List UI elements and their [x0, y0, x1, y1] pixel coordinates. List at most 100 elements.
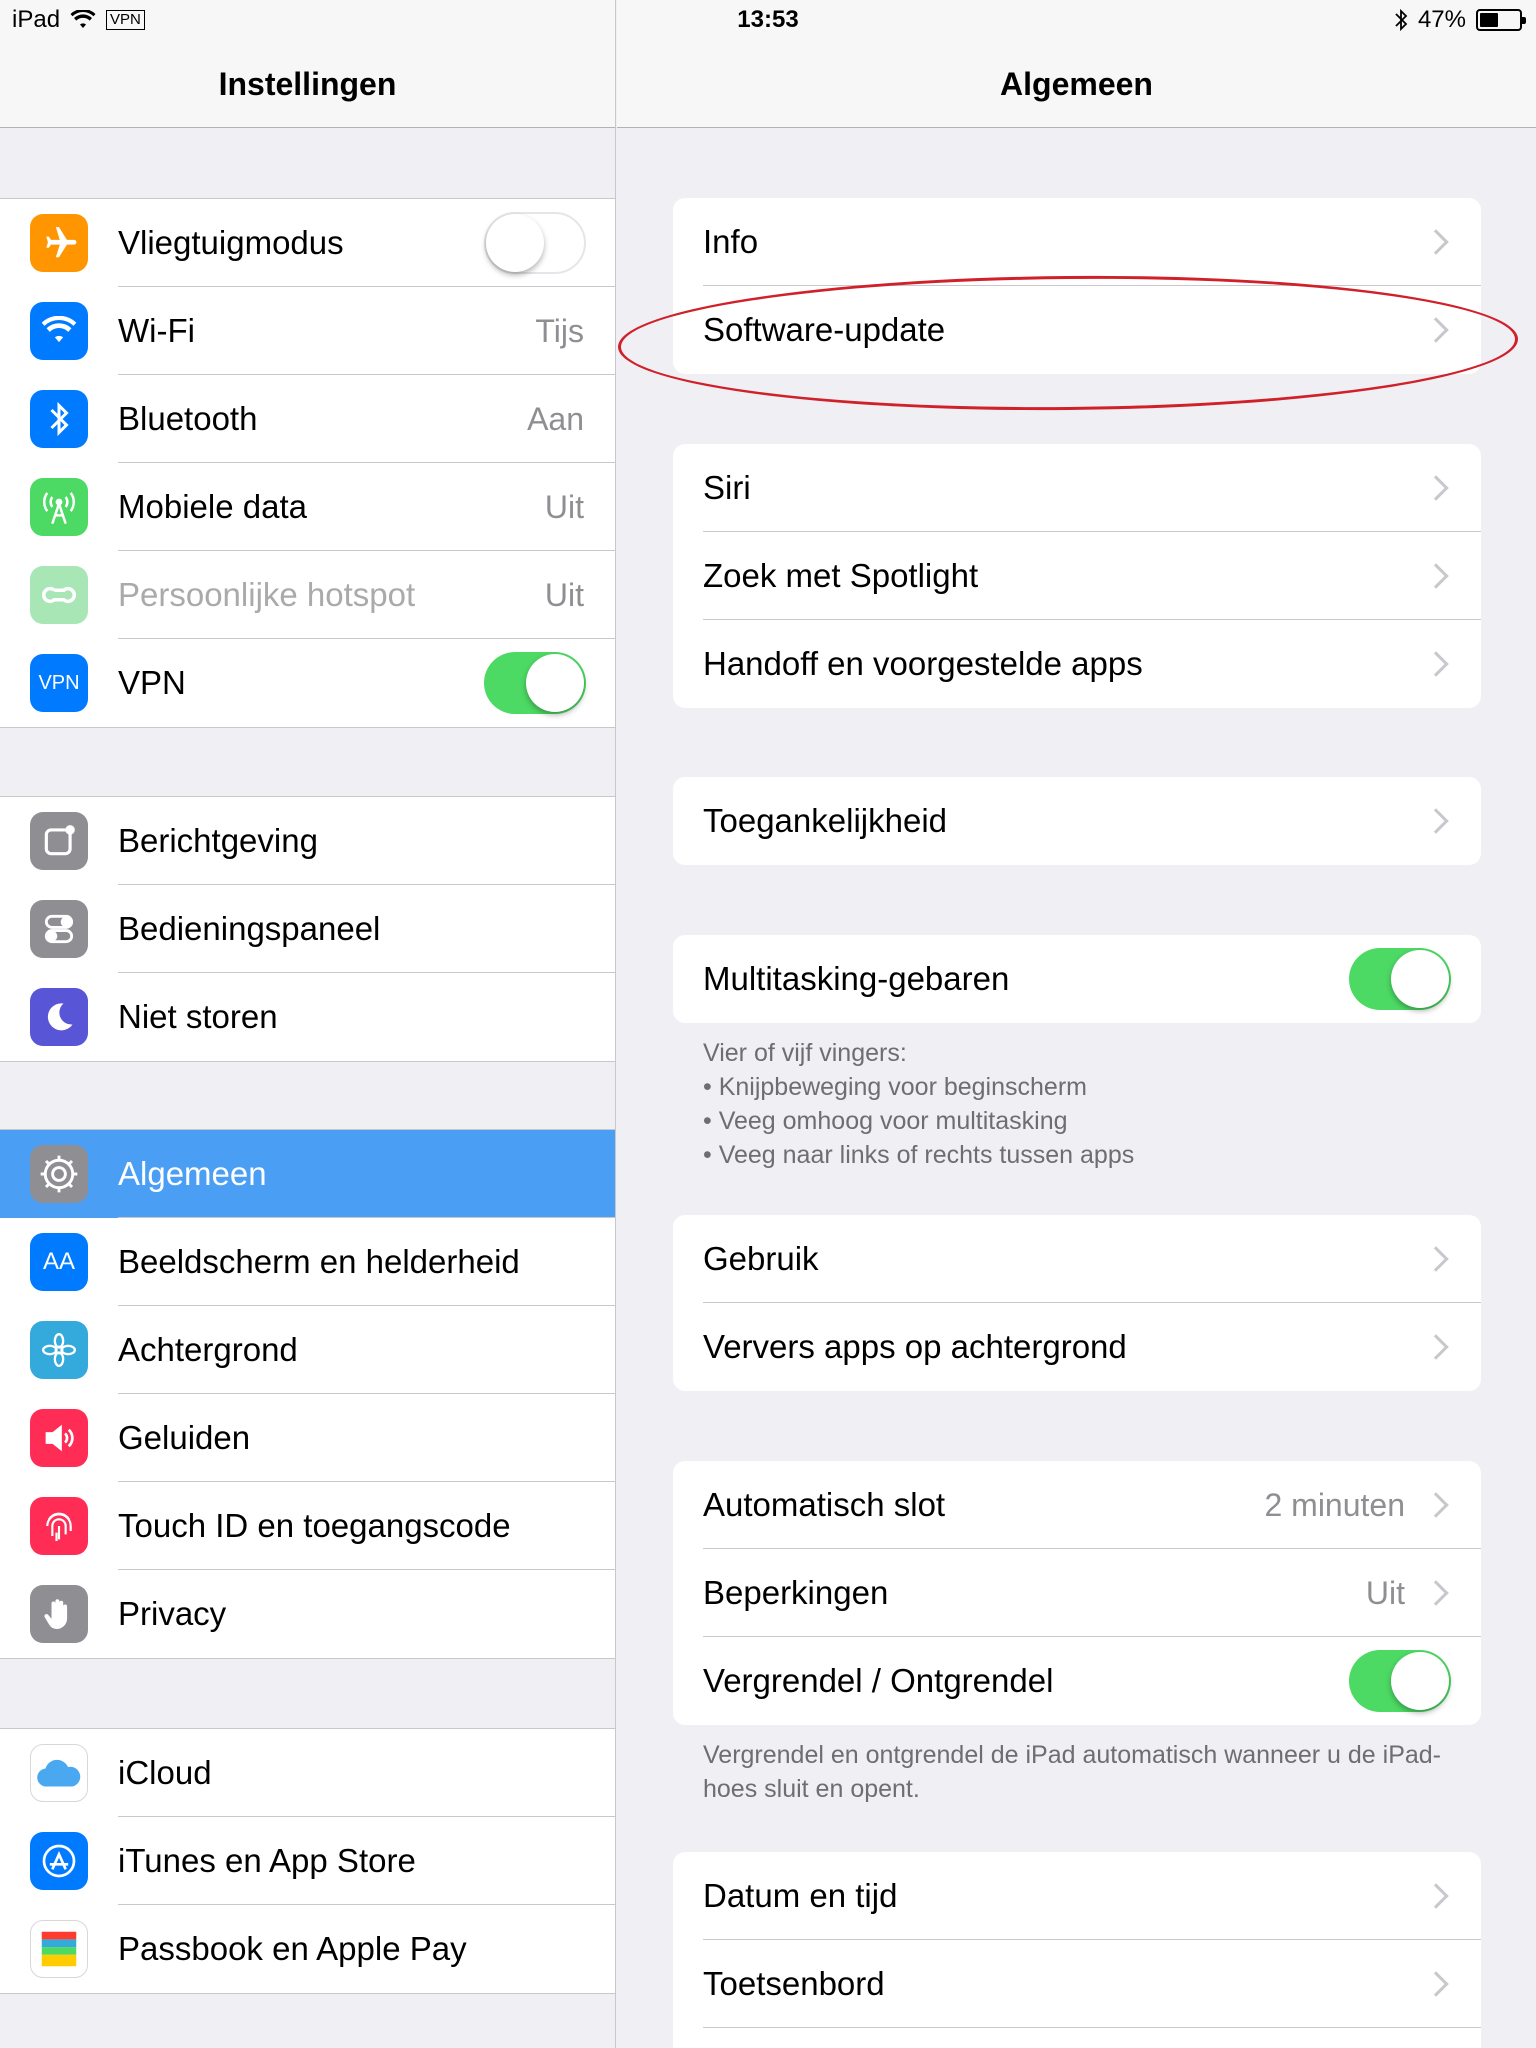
sidebar-item-niet-storen[interactable]: Niet storen — [0, 973, 615, 1061]
settings-group: Algemeen AA Beeldscherm en helderheid Achte… — [0, 1129, 615, 1659]
settings-card: Toegankelijkheid — [673, 777, 1481, 865]
detail-item-toetsenbord[interactable]: Toetsenbord — [673, 1940, 1481, 2028]
vliegtuigmodus-toggle-knob — [486, 214, 544, 272]
vliegtuigmodus-toggle[interactable] — [484, 212, 586, 274]
detail-item-value: 2 minuten — [1264, 1486, 1405, 1523]
chevron-right-icon — [1423, 1334, 1449, 1360]
chevron-right-icon — [1423, 1246, 1449, 1272]
antenna-icon — [30, 478, 88, 536]
detail-item-automatisch-slot[interactable]: Automatisch slot 2 minuten — [673, 1461, 1481, 1549]
detail-item-siri[interactable]: Siri — [673, 444, 1481, 532]
battery-icon — [1476, 9, 1526, 31]
detail-item-label: Gebruik — [703, 1240, 819, 1277]
app-store-icon — [30, 1832, 88, 1890]
sidebar-item-mobiele-data[interactable]: Mobiele data Uit — [0, 463, 615, 551]
status-bar: iPad VPN 13:53 47% — [0, 0, 1536, 40]
battery-percentage: 47% — [1417, 6, 1466, 33]
clock: 13:53 — [737, 6, 799, 33]
detail-item-toegankelijkheid[interactable]: Toegankelijkheid — [673, 777, 1481, 865]
detail-item-label: Siri — [703, 469, 751, 506]
settings-card: Multitasking-gebaren — [673, 935, 1481, 1023]
sidebar-item-label: Passbook en Apple Pay — [118, 1930, 467, 1967]
vergrendel-ontgrendel-toggle-knob — [1391, 1652, 1449, 1710]
detail-item-vergrendel-ontgrendel[interactable]: Vergrendel / Ontgrendel — [673, 1637, 1481, 1725]
detail-item-datum-en-tijd[interactable]: Datum en tijd — [673, 1852, 1481, 1940]
multitasking-gebaren-toggle[interactable] — [1349, 948, 1451, 1010]
settings-card: Info Software-update — [673, 198, 1481, 374]
sidebar-item-wi-fi[interactable]: Wi-Fi Tijs — [0, 287, 615, 375]
sidebar-item-berichtgeving[interactable]: Berichtgeving — [0, 797, 615, 885]
detail-item-label: Vergrendel / Ontgrendel — [703, 1662, 1054, 1699]
airplane-icon — [30, 214, 88, 272]
detail-item-label: Software-update — [703, 311, 946, 348]
settings-group: iCloud iTunes en App Store Passbook en App… — [0, 1728, 615, 1994]
sidebar-item-geluiden[interactable]: Geluiden — [0, 1394, 615, 1482]
detail-title: Algemeen — [1000, 66, 1153, 102]
settings-card: Datum en tijd Toetsenbord — [673, 1852, 1481, 2048]
detail-item-gebruik[interactable]: Gebruik — [673, 1215, 1481, 1303]
sidebar-item-icloud[interactable]: iCloud — [0, 1729, 615, 1817]
sidebar-item-beeldscherm-en-helderheid[interactable]: AA Beeldscherm en helderheid — [0, 1218, 615, 1306]
sidebar-item-persoonlijke-hotspot[interactable]: Persoonlijke hotspot Uit — [0, 551, 615, 639]
detail-item-info[interactable]: Info — [673, 198, 1481, 286]
vpn-toggle-knob — [526, 654, 584, 712]
sidebar-item-itunes-en-app-store[interactable]: iTunes en App Store — [0, 1817, 615, 1905]
sidebar-item-label: Algemeen — [118, 1155, 267, 1192]
sidebar-item-label: Berichtgeving — [118, 822, 318, 859]
sidebar-item-label: Touch ID en toegangscode — [118, 1507, 511, 1544]
detail-pane: Algemeen Info Software-update Siri Zoek met… — [617, 0, 1536, 2048]
sidebar-item-value: Uit — [544, 576, 584, 613]
sidebar-item-label: VPN — [118, 664, 186, 701]
settings-card: Siri Zoek met Spotlight Handoff en voorges… — [673, 444, 1481, 708]
sidebar-item-vpn[interactable]: VPN VPN — [0, 639, 615, 727]
settings-group: Berichtgeving Bedieningspaneel Niet storen — [0, 796, 615, 1062]
chevron-right-icon — [1423, 1580, 1449, 1606]
detail-item-zoek-met-spotlight[interactable]: Zoek met Spotlight — [673, 532, 1481, 620]
settings-group: Vliegtuigmodus Wi-Fi Tijs Bluetooth Aan Mobie… — [0, 198, 615, 728]
sidebar-item-passbook-en-apple-pay[interactable]: Passbook en Apple Pay — [0, 1905, 615, 1993]
settings-sidebar: Instellingen Vliegtuigmodus Wi-Fi Tijs Blue… — [0, 0, 616, 2048]
chevron-right-icon — [1423, 317, 1449, 343]
passbook-icon — [30, 1920, 88, 1978]
sidebar-item-label: Achtergrond — [118, 1331, 298, 1368]
sidebar-item-achtergrond[interactable]: Achtergrond — [0, 1306, 615, 1394]
detail-item-blank[interactable] — [673, 2028, 1481, 2048]
vpn-toggle[interactable] — [484, 652, 586, 714]
sidebar-item-privacy[interactable]: Privacy — [0, 1570, 615, 1658]
sidebar-item-touch-id-en-toegangscode[interactable]: Touch ID en toegangscode — [0, 1482, 615, 1570]
sidebar-item-bluetooth[interactable]: Bluetooth Aan — [0, 375, 615, 463]
detail-item-label: Handoff en voorgestelde apps — [703, 645, 1143, 682]
detail-item-software-update[interactable]: Software-update — [673, 286, 1481, 374]
detail-item-beperkingen[interactable]: Beperkingen Uit — [673, 1549, 1481, 1637]
detail-item-handoff-en-voorgestelde-apps[interactable]: Handoff en voorgestelde apps — [673, 620, 1481, 708]
footnote-line: Vier of vijf vingers: — [703, 1039, 907, 1067]
chevron-right-icon — [1423, 229, 1449, 255]
sidebar-item-vliegtuigmodus[interactable]: Vliegtuigmodus — [0, 199, 615, 287]
multitasking-footnote: Vier of vijf vingers: • Knijpbeweging voo… — [703, 1036, 1463, 1172]
sidebar-item-bedieningspaneel[interactable]: Bedieningspaneel — [0, 885, 615, 973]
settings-card: Gebruik Ververs apps op achtergrond — [673, 1215, 1481, 1391]
sidebar-item-label: Wi-Fi — [118, 312, 195, 349]
sidebar-item-algemeen[interactable]: Algemeen — [0, 1130, 615, 1218]
display-icon: AA — [30, 1233, 88, 1291]
vergrendel-ontgrendel-toggle[interactable] — [1349, 1650, 1451, 1712]
wifi-icon — [30, 302, 88, 360]
sidebar-item-label: Privacy — [118, 1595, 227, 1632]
footnote-line: • Veeg omhoog voor multitasking — [703, 1107, 1068, 1135]
sidebar-item-label: iTunes en App Store — [118, 1842, 416, 1879]
sidebar-item-value: Tijs — [535, 312, 584, 349]
sidebar-title: Instellingen — [218, 66, 397, 102]
sidebar-item-value: Uit — [544, 488, 584, 525]
cloud-icon — [30, 1744, 88, 1802]
sidebar-item-label: Niet storen — [118, 998, 278, 1035]
detail-item-label: Toegankelijkheid — [703, 802, 948, 839]
detail-item-ververs-apps-op-achtergrond[interactable]: Ververs apps op achtergrond — [673, 1303, 1481, 1391]
detail-item-multitasking-gebaren[interactable]: Multitasking-gebaren — [673, 935, 1481, 1023]
speaker-icon — [30, 1409, 88, 1467]
sidebar-item-label: Mobiele data — [118, 488, 307, 525]
chevron-right-icon — [1423, 808, 1449, 834]
bluetooth-status-icon — [1395, 8, 1408, 32]
gear-icon — [30, 1145, 88, 1203]
chevron-right-icon — [1423, 563, 1449, 589]
detail-item-label: Datum en tijd — [703, 1877, 898, 1914]
